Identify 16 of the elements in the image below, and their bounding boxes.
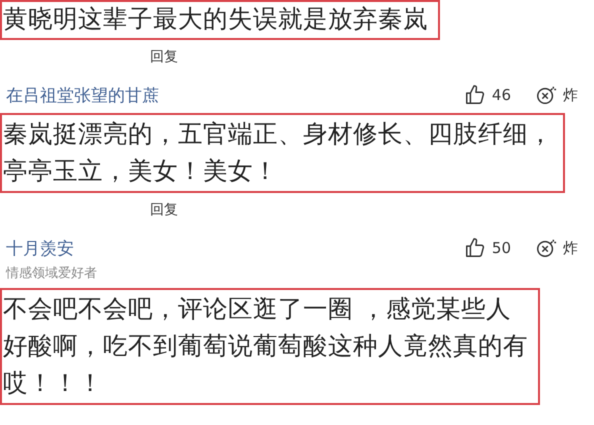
comment-text: 黄晓明这辈子最大的失误就是放弃秦岚: [0, 0, 440, 40]
thumbs-up-icon[interactable]: [464, 237, 486, 259]
like-count: 46: [492, 86, 511, 104]
username[interactable]: 十月羡安: [6, 237, 97, 260]
bomb-label[interactable]: 炸: [563, 86, 578, 104]
username[interactable]: 在吕祖堂张望的甘蔗: [6, 84, 159, 107]
user-tagline: 情感领域爱好者: [6, 265, 97, 282]
reply-link[interactable]: 回复: [150, 202, 178, 218]
thumbs-up-icon[interactable]: [464, 84, 486, 106]
like-count: 50: [492, 239, 511, 257]
comment-text: 不会吧不会吧，评论区逛了一圈 ，感觉某些人 好酸啊，吃不到葡萄说葡萄酸这种人竟然真的有 哎！！！: [0, 288, 540, 405]
bomb-icon[interactable]: [535, 237, 557, 259]
bomb-label[interactable]: 炸: [563, 238, 578, 258]
bomb-icon[interactable]: [535, 84, 557, 106]
reply-link[interactable]: 回复: [150, 49, 178, 65]
comment-text: 秦岚挺漂亮的，五官端正、身材修长、四肢纤细， 亭亭玉立，美女！美女！: [0, 113, 565, 193]
